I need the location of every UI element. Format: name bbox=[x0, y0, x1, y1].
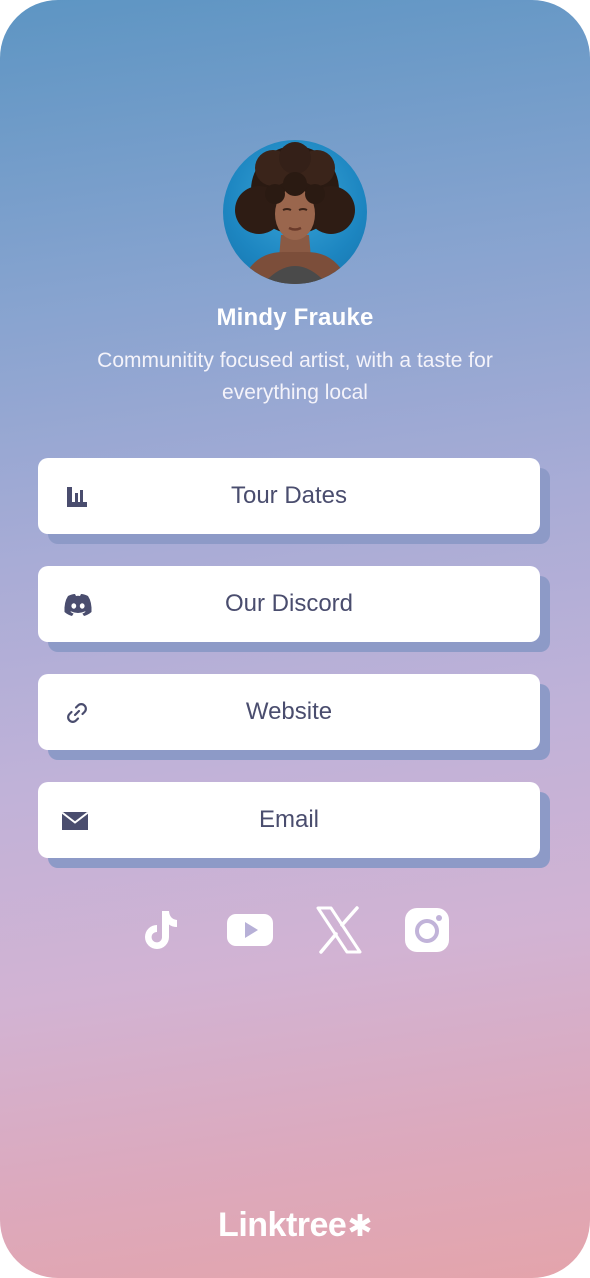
linktree-logo[interactable]: Linktree✱ bbox=[0, 1206, 590, 1245]
link-button-email[interactable]: Email bbox=[38, 782, 540, 858]
instagram-icon[interactable] bbox=[403, 906, 451, 954]
link-button-website[interactable]: Website bbox=[38, 674, 540, 750]
link-label: Website bbox=[245, 698, 333, 725]
link-button-tour-dates[interactable]: Tour Dates bbox=[38, 458, 540, 534]
profile-page: Mindy Frauke Communitity focused artist,… bbox=[0, 0, 590, 1278]
avatar bbox=[223, 140, 367, 284]
x-icon[interactable] bbox=[315, 906, 363, 954]
link-label: Our Discord bbox=[224, 590, 354, 617]
profile-name: Mindy Frauke bbox=[216, 304, 374, 331]
youtube-icon[interactable] bbox=[226, 906, 274, 954]
link-label: Tour Dates bbox=[230, 482, 348, 509]
social-icons-row bbox=[0, 906, 590, 954]
profile-bio: Communitity focused artist, with a taste… bbox=[97, 349, 493, 404]
linktree-mark-icon: ✱ bbox=[347, 1210, 372, 1243]
tiktok-icon[interactable] bbox=[138, 906, 186, 954]
link-button-discord[interactable]: Our Discord bbox=[38, 566, 540, 642]
brand-name: Linktree bbox=[218, 1206, 347, 1244]
link-label: Email bbox=[258, 806, 319, 833]
